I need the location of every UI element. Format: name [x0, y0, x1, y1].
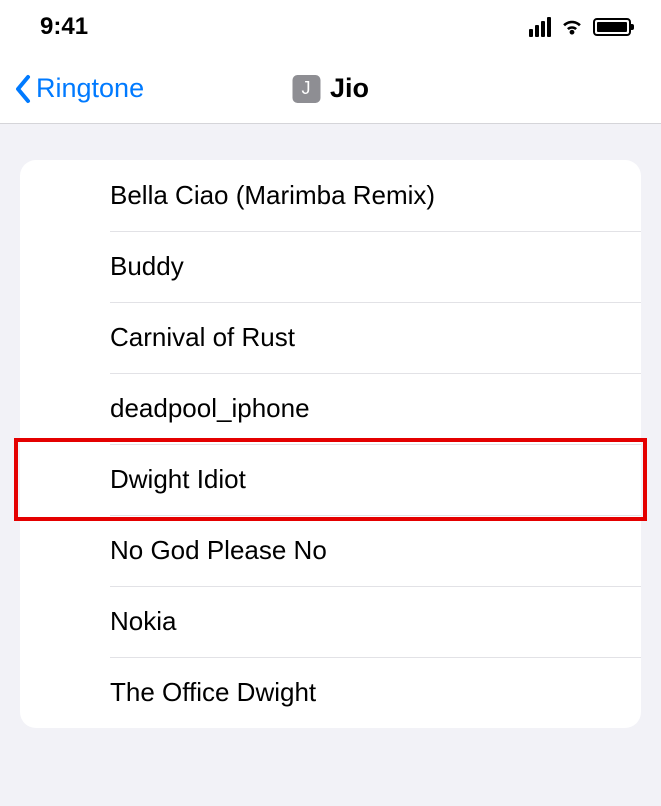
ringtone-row[interactable]: Dwight Idiot — [20, 444, 641, 515]
status-time: 9:41 — [40, 13, 88, 41]
ringtone-row[interactable]: The Office Dwight — [20, 657, 641, 728]
ringtone-row[interactable]: Nokia — [20, 586, 641, 657]
ringtone-label: Nokia — [110, 606, 176, 636]
page-title: J Jio — [292, 73, 369, 104]
chevron-left-icon — [14, 74, 32, 104]
ringtone-row[interactable]: No God Please No — [20, 515, 641, 586]
ringtone-label: Dwight Idiot — [110, 464, 246, 494]
contact-name: Jio — [330, 73, 369, 104]
status-bar: 9:41 — [0, 0, 661, 54]
ringtone-label: Bella Ciao (Marimba Remix) — [110, 180, 435, 210]
ringtone-row[interactable]: deadpool_iphone — [20, 373, 641, 444]
ringtone-label: deadpool_iphone — [110, 393, 310, 423]
ringtone-label: No God Please No — [110, 535, 327, 565]
ringtone-list: Bella Ciao (Marimba Remix) Buddy Carnival … — [20, 160, 641, 728]
ringtone-row[interactable]: Buddy — [20, 231, 641, 302]
contact-initial-badge: J — [292, 75, 320, 103]
ringtone-label: Carnival of Rust — [110, 322, 295, 352]
status-icons — [529, 17, 631, 37]
wifi-icon — [559, 17, 585, 37]
ringtone-row[interactable]: Carnival of Rust — [20, 302, 641, 373]
cellular-signal-icon — [529, 17, 551, 37]
content-area: Bella Ciao (Marimba Remix) Buddy Carnival … — [0, 124, 661, 728]
battery-icon — [593, 18, 631, 36]
navigation-bar: Ringtone J Jio — [0, 54, 661, 124]
ringtone-label: The Office Dwight — [110, 677, 316, 707]
ringtone-label: Buddy — [110, 251, 184, 281]
back-label: Ringtone — [36, 73, 144, 104]
ringtone-row[interactable]: Bella Ciao (Marimba Remix) — [20, 160, 641, 231]
back-button[interactable]: Ringtone — [0, 73, 144, 104]
